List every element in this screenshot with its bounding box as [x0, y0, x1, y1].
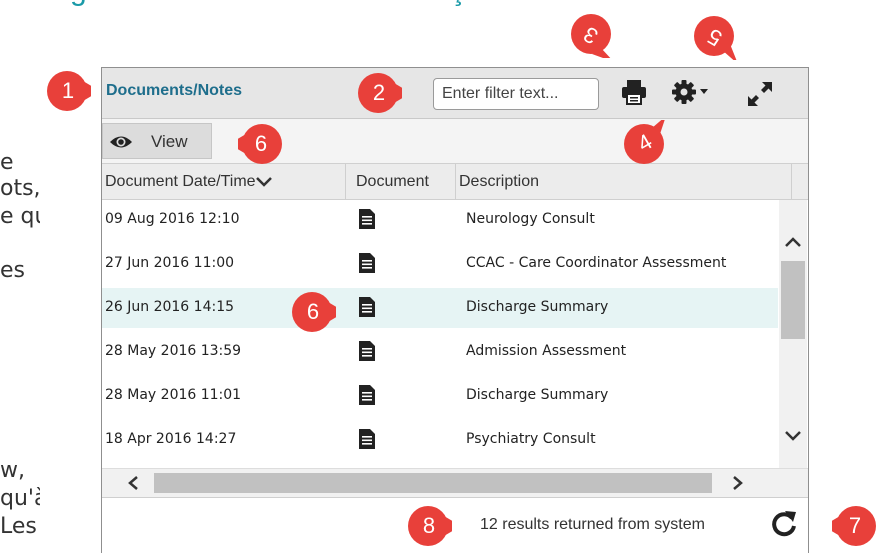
- background-text-fragment: Les: [0, 514, 37, 539]
- heading-fragment-right: ç: [450, 0, 465, 8]
- background-text-fragment: qu'à: [0, 486, 40, 511]
- horizontal-scrollbar[interactable]: [102, 468, 808, 497]
- table-row[interactable]: 27 Jun 2016 11:00 CCAC - Care Coordinato…: [102, 244, 778, 284]
- row-date: 18 Apr 2016 14:27: [105, 431, 237, 447]
- vertical-scrollbar[interactable]: [779, 200, 807, 468]
- filter-input[interactable]: [433, 78, 599, 110]
- table-row[interactable]: 28 May 2016 11:01 Discharge Summary: [102, 376, 778, 416]
- view-button-label: View: [151, 132, 188, 151]
- table-row[interactable]: 09 Aug 2016 12:10 Neurology Consult: [102, 200, 778, 240]
- document-icon[interactable]: [358, 340, 376, 362]
- column-header-date[interactable]: Document Date/Time: [102, 164, 346, 199]
- table-header: Document Date/Time Document Description: [102, 164, 808, 200]
- vertical-scroll-thumb[interactable]: [781, 261, 805, 339]
- row-date: 28 May 2016 11:01: [105, 387, 242, 403]
- document-icon[interactable]: [358, 252, 376, 274]
- horizontal-scroll-thumb[interactable]: [154, 473, 712, 493]
- heading-fragment-left: g: [70, 0, 87, 8]
- row-description: Discharge Summary: [466, 299, 609, 315]
- row-description: Psychiatry Consult: [466, 431, 596, 447]
- callout-badge: 3: [568, 12, 614, 62]
- background-text-fragment: es: [0, 258, 25, 283]
- row-date: 27 Jun 2016 11:00: [105, 255, 235, 271]
- table-row[interactable]: 28 May 2016 13:59 Admission Assessment: [102, 332, 778, 372]
- background-text-fragment: e qui: [0, 204, 40, 229]
- expand-icon[interactable]: [747, 81, 773, 107]
- scroll-right-chevron-icon[interactable]: [732, 475, 744, 491]
- callout-badge: 2: [356, 70, 411, 116]
- scroll-left-chevron-icon[interactable]: [127, 475, 139, 491]
- panel-footer: 12 results returned from system: [102, 497, 808, 553]
- column-header-date-label: Document Date/Time: [105, 173, 256, 190]
- callout-number: 7: [848, 513, 862, 538]
- row-description: CCAC - Care Coordinator Assessment: [466, 255, 727, 271]
- document-icon[interactable]: [358, 428, 376, 450]
- row-date: 26 Jun 2016 14:15: [105, 299, 235, 315]
- callout-number: 1: [61, 78, 75, 103]
- callout-badge: 7: [823, 503, 878, 549]
- refresh-icon[interactable]: [770, 510, 798, 538]
- documents-notes-panel: Documents/Notes Enter filter text... Vie…: [101, 67, 809, 553]
- sort-chevron-down-icon[interactable]: [255, 176, 273, 187]
- printer-icon[interactable]: [621, 79, 647, 105]
- row-description: Discharge Summary: [466, 387, 609, 403]
- callout-number: 6: [254, 131, 268, 156]
- eye-icon: [110, 136, 132, 148]
- panel-title[interactable]: Documents/Notes: [106, 82, 242, 100]
- callout-number: 6: [306, 299, 320, 324]
- results-count: 12 results returned from system: [480, 516, 705, 533]
- background-heading-fragment: g ç: [70, 0, 600, 8]
- background-text-fragment: ots,: [0, 176, 40, 201]
- chevron-down-icon[interactable]: [700, 89, 708, 95]
- scroll-up-chevron-icon[interactable]: [784, 236, 802, 248]
- background-text-fragment: w,: [0, 458, 25, 483]
- callout-number: 8: [422, 513, 436, 538]
- callout-badge: 4: [622, 116, 668, 166]
- table-row[interactable]: 18 Apr 2016 14:27 Psychiatry Consult: [102, 420, 778, 460]
- callout-badge: 5: [692, 14, 738, 64]
- documents-table-body: 09 Aug 2016 12:10 Neurology Consult 27 J…: [102, 200, 778, 468]
- panel-toolbar: View: [102, 119, 808, 164]
- row-description: Admission Assessment: [466, 343, 627, 359]
- callout-number: 2: [372, 80, 386, 105]
- row-date: 28 May 2016 13:59: [105, 343, 242, 359]
- scroll-down-chevron-icon[interactable]: [784, 430, 802, 442]
- document-icon[interactable]: [358, 296, 376, 318]
- document-icon[interactable]: [358, 208, 376, 230]
- table-row-selected[interactable]: 26 Jun 2016 14:15 Discharge Summary: [102, 288, 778, 328]
- panel-header: Documents/Notes: [102, 68, 808, 119]
- callout-badge: 6: [229, 121, 284, 167]
- callout-badge: 6: [290, 289, 345, 335]
- row-date: 09 Aug 2016 12:10: [105, 211, 240, 227]
- callout-badge: 1: [45, 68, 100, 114]
- column-header-description[interactable]: Description: [456, 164, 792, 199]
- gear-icon[interactable]: [671, 79, 697, 105]
- view-button[interactable]: View: [102, 123, 212, 159]
- row-description: Neurology Consult: [466, 211, 595, 227]
- callout-badge: 8: [406, 503, 461, 549]
- column-header-document[interactable]: Document: [346, 164, 456, 199]
- background-text-fragment: e: [0, 150, 14, 175]
- document-icon[interactable]: [358, 384, 376, 406]
